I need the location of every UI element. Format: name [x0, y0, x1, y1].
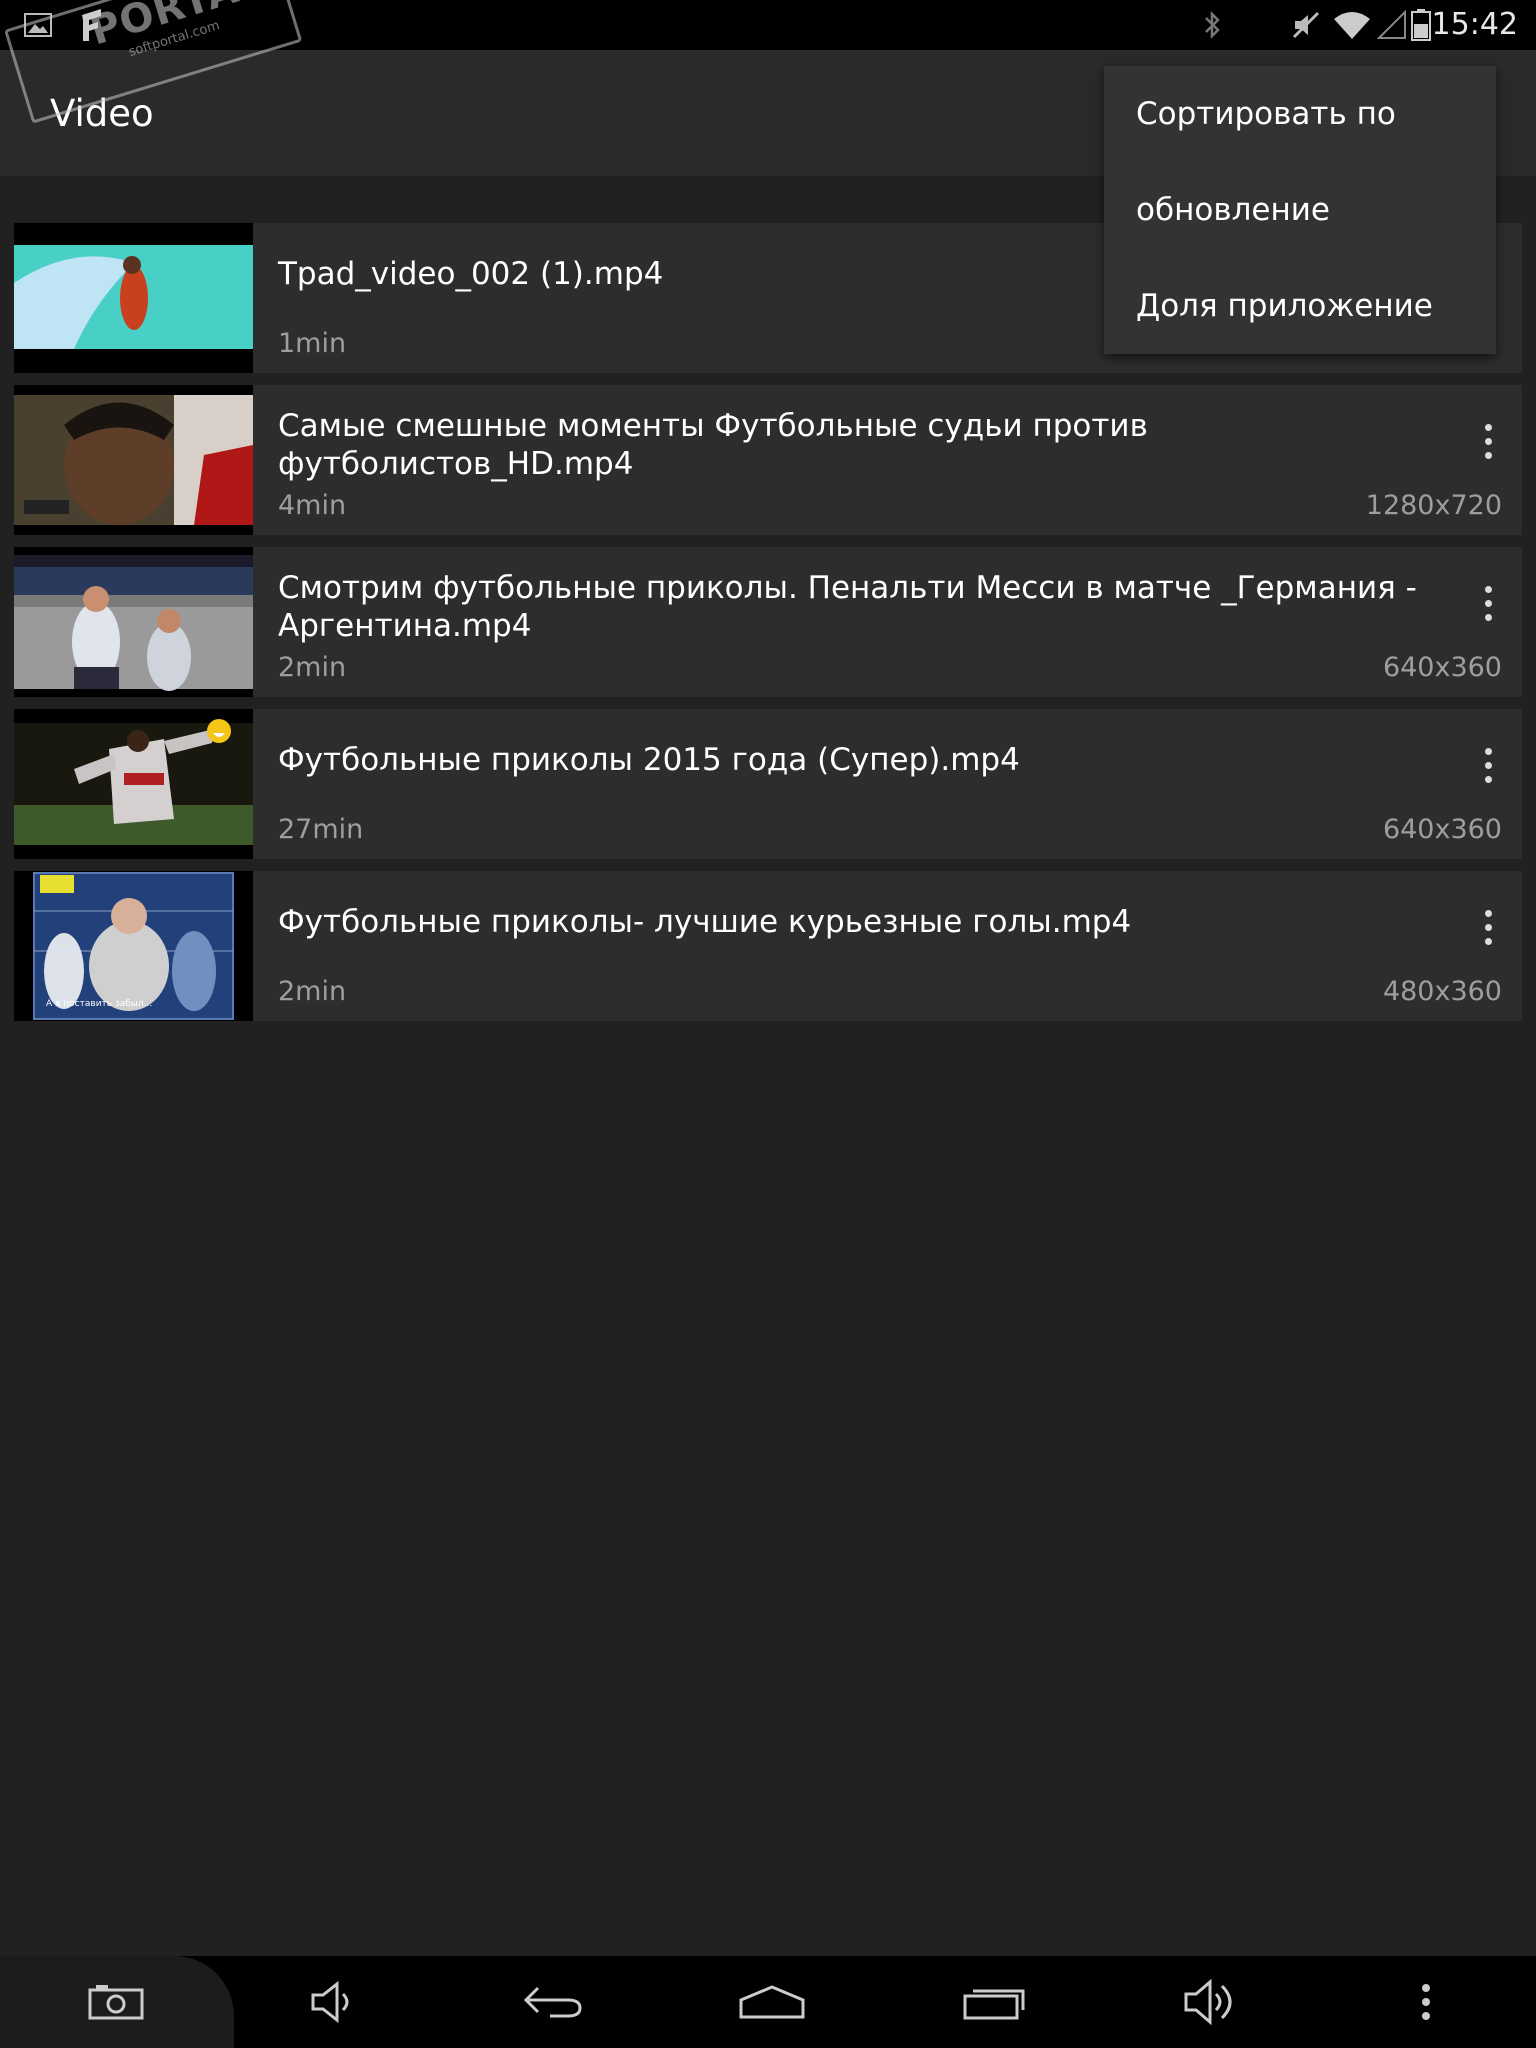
more-options-icon[interactable] [1468, 735, 1508, 795]
recent-apps-icon[interactable] [934, 1956, 1054, 2048]
menu-item-refresh[interactable]: обновление [1104, 162, 1496, 258]
bluetooth-icon [1194, 0, 1230, 50]
video-title: Смотрим футбольные приколы. Пенальти Мес… [278, 570, 1417, 644]
wifi-icon [1330, 0, 1374, 50]
video-title: Футбольные приколы 2015 года (Супер).mp4 [278, 742, 1020, 778]
video-duration: 27min [278, 814, 364, 845]
video-thumbnail [14, 709, 253, 859]
video-thumbnail [14, 547, 253, 697]
video-duration: 4min [278, 490, 347, 521]
menu-item-sort-by[interactable]: Сортировать по [1104, 66, 1496, 162]
video-thumbnail [14, 223, 253, 373]
video-thumbnail [14, 385, 253, 535]
video-item[interactable]: А я поставить забыл... Футбольные прикол… [14, 871, 1522, 1021]
video-item[interactable]: Самые смешные моменты Футбольные судьи п… [14, 385, 1522, 535]
home-icon[interactable] [712, 1956, 832, 2048]
more-options-icon[interactable] [1468, 573, 1508, 633]
video-resolution: 640x360 [1382, 814, 1502, 845]
navigation-bar [0, 1956, 1536, 2048]
more-options-icon[interactable] [1468, 411, 1508, 471]
watermark-text: PORTAL [84, 0, 270, 55]
video-duration: 2min [278, 652, 347, 683]
nav-menu-icon[interactable] [1366, 1956, 1486, 2048]
video-duration: 2min [278, 976, 347, 1007]
thumbnail-caption: А я поставить забыл... [46, 999, 153, 1009]
video-thumbnail: А я поставить забыл... [14, 871, 253, 1021]
screenshot-icon[interactable] [56, 1956, 176, 2048]
signal-icon [1374, 0, 1410, 50]
more-options-icon[interactable] [1468, 897, 1508, 957]
video-title: Футбольные приколы- лучшие курьезные гол… [278, 904, 1132, 940]
back-icon[interactable] [492, 1956, 612, 2048]
video-resolution: 480x360 [1382, 976, 1502, 1007]
volume-down-icon[interactable] [274, 1956, 394, 2048]
volume-up-icon[interactable] [1154, 1956, 1274, 2048]
menu-item-share-app[interactable]: Доля приложение [1104, 258, 1496, 354]
video-item[interactable]: Футбольные приколы 2015 года (Супер).mp4… [14, 709, 1522, 859]
video-title: Самые смешные моменты Футбольные судьи п… [278, 408, 1148, 482]
video-item[interactable]: Смотрим футбольные приколы. Пенальти Мес… [14, 547, 1522, 697]
clock: 15:42 [1431, 7, 1518, 42]
video-duration: 1min [278, 328, 347, 359]
mute-icon [1286, 0, 1326, 50]
overflow-menu: Сортировать по обновление Доля приложени… [1104, 66, 1496, 354]
video-resolution: 640x360 [1382, 652, 1502, 683]
video-resolution: 1280x720 [1365, 490, 1502, 521]
